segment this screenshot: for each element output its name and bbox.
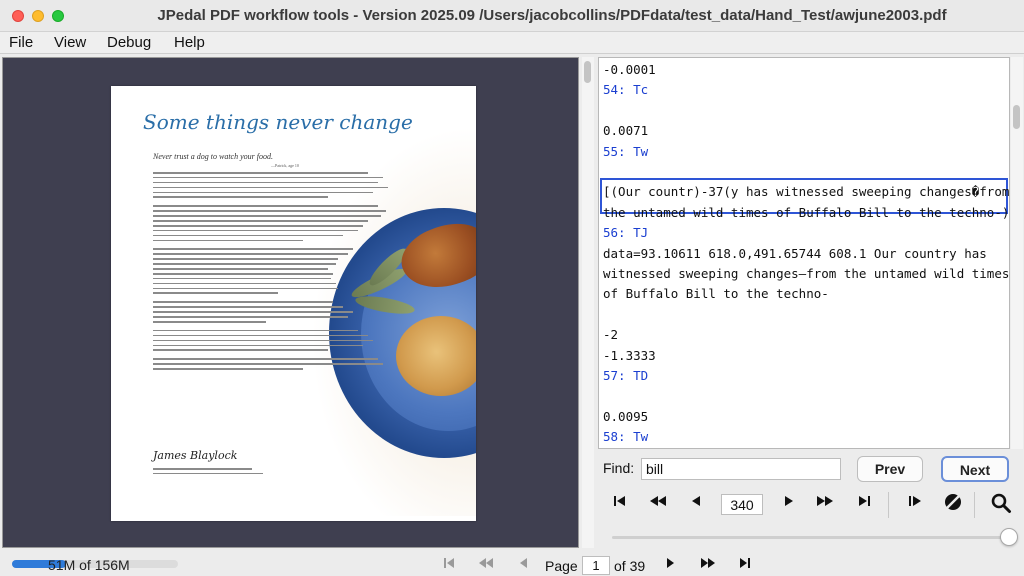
search-icon[interactable] (988, 492, 1014, 516)
step-into-icon[interactable] (902, 492, 928, 516)
next-page-icon[interactable] (660, 556, 682, 574)
page-number-input[interactable] (582, 556, 610, 575)
toolbar-separator (974, 492, 975, 518)
signature-caption (153, 468, 263, 478)
code-line: data=93.10611 618.0,491.65744 608.1 Our … (603, 245, 987, 261)
page-total: of 39 (614, 558, 646, 574)
minimize-window-button[interactable] (32, 10, 44, 22)
code-line: -2 (603, 327, 619, 343)
forward-ten-pages-icon[interactable] (697, 556, 719, 574)
memory-text: 51M of 156M (48, 557, 130, 573)
step-forward-icon[interactable] (776, 492, 802, 516)
last-step-icon[interactable] (851, 492, 877, 516)
first-step-icon[interactable] (607, 492, 633, 516)
prev-button[interactable]: Prev (857, 456, 923, 482)
code-line: -1.3333 (603, 347, 656, 363)
fast-forward-icon[interactable] (812, 492, 838, 516)
operator-line: 56: TJ (603, 225, 649, 241)
maximize-window-button[interactable] (52, 10, 64, 22)
no-stop-icon[interactable] (940, 492, 966, 516)
operator-line: 58: Tw (603, 429, 649, 445)
code-scrollbar-thumb[interactable] (1013, 105, 1020, 129)
code-line: 0.0071 (603, 123, 649, 139)
previous-page-icon[interactable] (512, 556, 534, 574)
page-credit: —Patrick, age 10 (271, 163, 299, 168)
window-title: JPedal PDF workflow tools - Version 2025… (157, 7, 947, 24)
next-button[interactable]: Next (941, 456, 1009, 482)
signature: James Blaylock (153, 449, 238, 462)
menu-bar: File View Debug Help (0, 32, 1024, 54)
pdf-viewer[interactable]: Some things never change Never trust a d… (2, 57, 579, 548)
body-text-block (153, 172, 403, 373)
find-input[interactable] (641, 458, 841, 480)
code-line: -0.0001 (603, 62, 656, 77)
page-heading: Some things never change (143, 110, 413, 134)
operator-line: 54: Tc (603, 82, 649, 98)
code-line: witnessed sweeping changes—from the unta… (603, 266, 1010, 281)
food-image (396, 316, 476, 396)
operator-line: 57: TD (603, 368, 649, 383)
step-slider-track[interactable] (612, 536, 1007, 539)
toolbar-separator (888, 492, 889, 518)
pdf-page: Some things never change Never trust a d… (111, 86, 476, 521)
menu-view[interactable]: View (54, 34, 86, 51)
menu-help[interactable]: Help (174, 34, 205, 51)
close-window-button[interactable] (12, 10, 24, 22)
rewind-icon[interactable] (645, 492, 671, 516)
first-page-icon[interactable] (438, 556, 460, 574)
code-line: of Buffalo Bill to the techno- (603, 286, 829, 302)
content-stream-panel[interactable]: -0.0001 54: Tc 0.0071 55: Tw [(Our countr)-3… (598, 57, 1010, 449)
back-ten-pages-icon[interactable] (475, 556, 497, 574)
step-input[interactable] (721, 494, 763, 515)
code-line: the untamed wild times of Buffalo Bill t… (603, 204, 1010, 220)
code-line: 0.0095 (603, 408, 649, 424)
app-window: JPedal PDF workflow tools - Version 2025… (0, 0, 1024, 576)
page-subheading: Never trust a dog to watch your food. (153, 152, 273, 161)
page-label: Page (545, 558, 578, 574)
menu-file[interactable]: File (9, 34, 33, 51)
viewer-scrollbar[interactable] (582, 57, 594, 548)
menu-debug[interactable]: Debug (107, 34, 151, 51)
operator-line: 55: Tw (603, 143, 649, 159)
step-slider-knob[interactable] (1000, 528, 1018, 546)
viewer-scrollbar-thumb[interactable] (584, 61, 591, 83)
code-scrollbar[interactable] (1011, 57, 1023, 449)
last-page-icon[interactable] (734, 556, 756, 574)
find-label: Find: (603, 460, 635, 476)
code-line: [(Our countr)-37(y has witnessed sweepin… (603, 184, 1010, 200)
step-back-icon[interactable] (683, 492, 709, 516)
title-bar: JPedal PDF workflow tools - Version 2025… (0, 0, 1024, 32)
